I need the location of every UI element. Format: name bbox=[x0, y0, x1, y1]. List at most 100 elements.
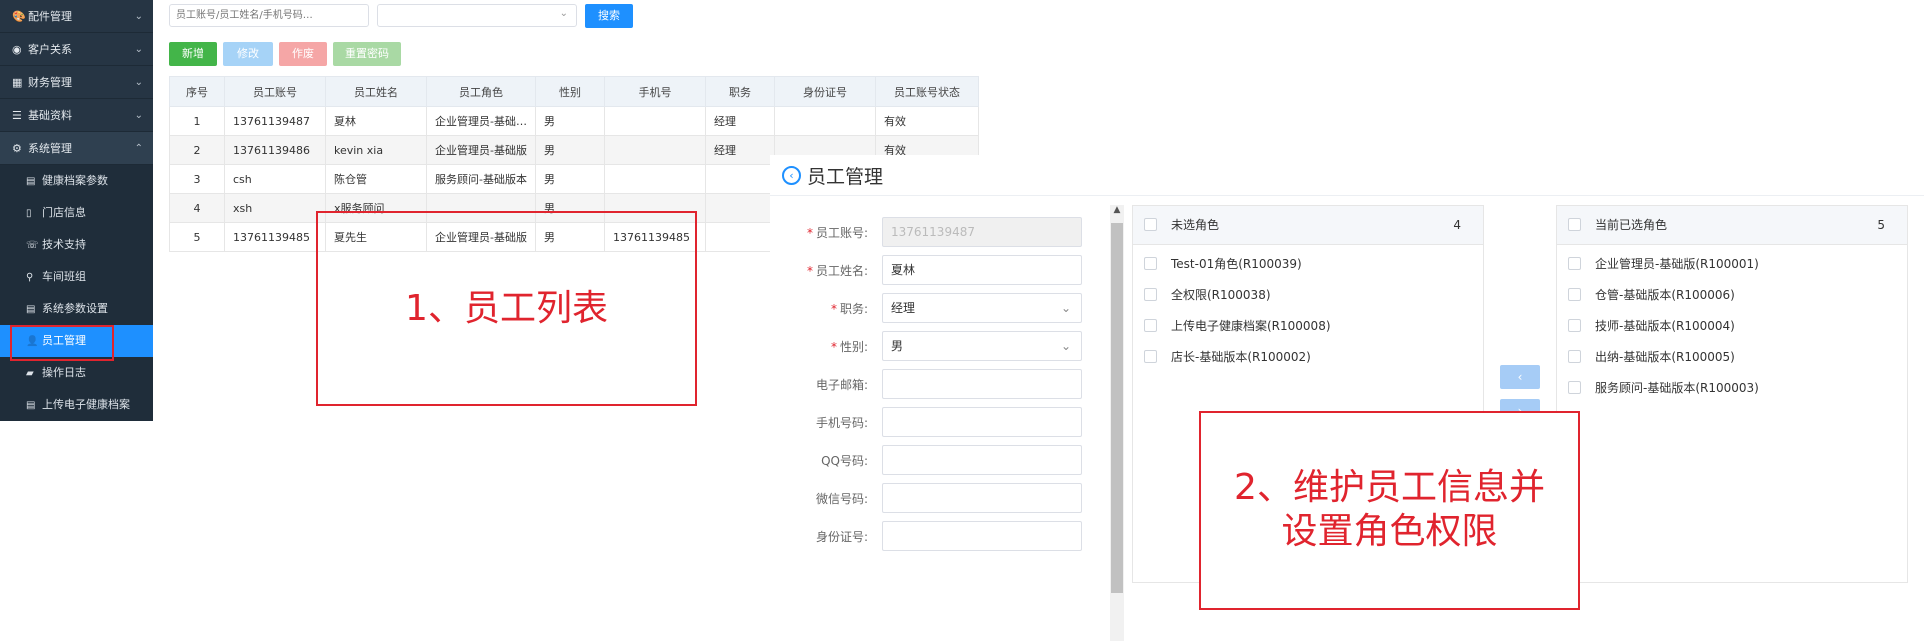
field-value: 男 bbox=[891, 339, 904, 353]
field-label-text: 员工姓名: bbox=[815, 264, 868, 278]
select-all-checkbox[interactable] bbox=[1568, 218, 1581, 231]
sidebar-item[interactable]: ☏ 技术支持 bbox=[0, 229, 153, 261]
table-cell bbox=[773, 106, 876, 136]
role-item[interactable]: 店长-基础版本(R100002) bbox=[1133, 342, 1483, 373]
table-cell: 男 bbox=[534, 106, 605, 136]
scroll-up-icon[interactable]: ▲ bbox=[1110, 205, 1124, 221]
selected-count: 5 bbox=[1877, 218, 1885, 232]
field-input[interactable] bbox=[882, 407, 1082, 437]
table-cell: 4 bbox=[169, 193, 225, 223]
role-item[interactable]: 技师-基础版本(R100004) bbox=[1557, 311, 1907, 342]
table-cell: 服务顾问-基础版本 bbox=[426, 164, 536, 194]
field-select[interactable]: 男 ⌄ bbox=[882, 331, 1082, 361]
required-mark: * bbox=[830, 302, 837, 316]
selected-roles-title: 当前已选角色 bbox=[1595, 218, 1668, 232]
table-cell: csh bbox=[224, 164, 326, 194]
column-header: 职务 bbox=[704, 76, 775, 107]
edit-button[interactable]: 修改 bbox=[223, 42, 273, 66]
divider bbox=[770, 195, 1924, 196]
role-checkbox[interactable] bbox=[1144, 257, 1157, 270]
table-cell: 经理 bbox=[704, 135, 775, 165]
field-label-text: 微信号码: bbox=[815, 492, 868, 506]
form-scrollbar[interactable]: ▲ bbox=[1110, 205, 1124, 641]
field-select[interactable]: 经理 ⌄ bbox=[882, 293, 1082, 323]
column-header: 性别 bbox=[534, 76, 605, 107]
field-label: 身份证号: bbox=[770, 528, 868, 545]
required-mark: * bbox=[806, 264, 813, 278]
status-select[interactable]: ⌄ bbox=[377, 4, 577, 27]
void-button[interactable]: 作废 bbox=[279, 42, 327, 66]
file-icon: ▤ bbox=[26, 304, 36, 315]
user-plus-icon: 👤 bbox=[26, 336, 39, 347]
table-cell: 夏先生 bbox=[325, 222, 427, 252]
field-label: * 员工账号: bbox=[770, 224, 868, 241]
annotation-edit-line2: 设置角色权限 bbox=[1281, 511, 1498, 552]
table-cell: 1 bbox=[169, 106, 225, 136]
role-checkbox[interactable] bbox=[1144, 350, 1157, 363]
field-label: * 员工姓名: bbox=[770, 262, 868, 279]
role-item[interactable]: 出纳-基础版本(R100005) bbox=[1557, 342, 1907, 373]
table-cell: xsh bbox=[224, 193, 326, 223]
sidebar-group[interactable]: ⚙ 系统管理 ⌃ bbox=[0, 132, 153, 165]
sidebar-group[interactable]: ▦ 财务管理 ⌄ bbox=[0, 66, 153, 99]
table-cell: 男 bbox=[534, 193, 605, 223]
role-label: 仓管-基础版本(R100006) bbox=[1595, 288, 1735, 302]
column-header: 身份证号 bbox=[773, 76, 876, 107]
back-arrow-icon[interactable]: ‹ bbox=[782, 166, 801, 185]
role-checkbox[interactable] bbox=[1568, 350, 1581, 363]
sidebar-group[interactable]: ◉ 客户关系 ⌄ bbox=[0, 33, 153, 66]
scrollbar-thumb[interactable] bbox=[1111, 223, 1123, 593]
role-label: 店长-基础版本(R100002) bbox=[1171, 350, 1311, 364]
phone-icon: ☏ bbox=[26, 240, 39, 251]
role-item[interactable]: 服务顾问-基础版本(R100003) bbox=[1557, 373, 1907, 404]
sidebar-group[interactable]: 🎨 配件管理 ⌄ bbox=[0, 0, 153, 33]
sidebar-item[interactable]: ▤ 系统参数设置 bbox=[0, 293, 153, 325]
move-right-button[interactable]: › bbox=[1500, 399, 1540, 423]
chevron-down-icon: ⌄ bbox=[134, 44, 143, 55]
role-item[interactable]: 仓管-基础版本(R100006) bbox=[1557, 280, 1907, 311]
field-input[interactable] bbox=[882, 445, 1082, 475]
role-item[interactable]: 全权限(R100038) bbox=[1133, 280, 1483, 311]
table-row[interactable]: 1 13761139487 夏林 企业管理员-基础… 男 经理 有效 bbox=[169, 106, 979, 136]
role-checkbox[interactable] bbox=[1568, 257, 1581, 270]
sidebar-group-label: 财务管理 bbox=[28, 76, 72, 89]
table-cell: 13761139487 bbox=[224, 106, 326, 136]
select-all-checkbox[interactable] bbox=[1144, 218, 1157, 231]
sidebar-item[interactable]: ▰ 操作日志 bbox=[0, 357, 153, 389]
field-input[interactable] bbox=[882, 369, 1082, 399]
gears-icon: ⚙ bbox=[12, 142, 22, 155]
table-cell: 男 bbox=[534, 222, 605, 252]
role-checkbox[interactable] bbox=[1144, 319, 1157, 332]
sidebar-item[interactable]: ▯ 门店信息 bbox=[0, 197, 153, 229]
field-input[interactable]: 夏林 bbox=[882, 255, 1082, 285]
annotation-edit-line1: 2、维护员工信息并 bbox=[1234, 467, 1545, 508]
role-label: 技师-基础版本(R100004) bbox=[1595, 319, 1735, 333]
field-input[interactable]: 13761139487 bbox=[882, 217, 1082, 247]
field-input[interactable] bbox=[882, 483, 1082, 513]
sidebar-item[interactable]: ⚲ 车间班组 bbox=[0, 261, 153, 293]
add-button[interactable]: 新增 bbox=[169, 42, 217, 66]
sidebar-item[interactable]: 👤 员工管理 bbox=[0, 325, 153, 357]
sidebar-item[interactable]: ▤ 健康档案参数 bbox=[0, 165, 153, 197]
move-left-button[interactable]: ‹ bbox=[1500, 365, 1540, 389]
field-label: * 性别: bbox=[770, 338, 868, 355]
field-input[interactable] bbox=[882, 521, 1082, 551]
search-input[interactable] bbox=[169, 4, 369, 27]
role-item[interactable]: Test-01角色(R100039) bbox=[1133, 249, 1483, 280]
table-cell: 13761139486 bbox=[224, 135, 326, 165]
role-item[interactable]: 上传电子健康档案(R100008) bbox=[1133, 311, 1483, 342]
sidebar-group[interactable]: ☰ 基础资料 ⌄ bbox=[0, 99, 153, 132]
field-label-text: 电子邮箱: bbox=[815, 378, 868, 392]
field-label-text: 性别: bbox=[839, 340, 868, 354]
field-value: 13761139487 bbox=[891, 225, 975, 239]
role-checkbox[interactable] bbox=[1568, 288, 1581, 301]
table-cell: 有效 bbox=[874, 106, 979, 136]
selected-roles-header: 当前已选角色 5 bbox=[1557, 206, 1907, 245]
role-checkbox[interactable] bbox=[1568, 319, 1581, 332]
search-button[interactable]: 搜索 bbox=[585, 4, 633, 28]
sidebar-item[interactable]: ▤ 上传电子健康档案 bbox=[0, 389, 153, 421]
role-checkbox[interactable] bbox=[1144, 288, 1157, 301]
role-checkbox[interactable] bbox=[1568, 381, 1581, 394]
reset-password-button[interactable]: 重置密码 bbox=[333, 42, 401, 66]
role-item[interactable]: 企业管理员-基础版(R100001) bbox=[1557, 249, 1907, 280]
